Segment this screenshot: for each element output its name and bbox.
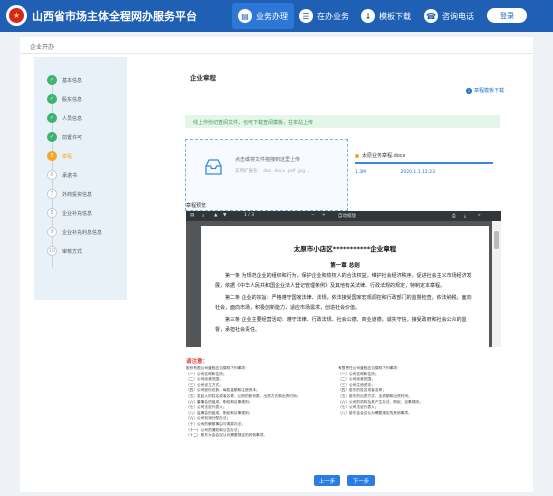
step-label: 外商投资信息 [62,191,93,198]
page-title: 企业章程 [190,74,216,82]
step-number: 8 [47,208,57,218]
phone-icon: ☎ [424,9,438,23]
notice-banner: 线上作份切查阅文件，也可下载查阅模板，在本站上传 [185,115,500,128]
upload-extensions: 支持扩展名：.doc .docx .pdf .jpg... [235,169,310,174]
download-icon: ↓ [466,87,472,94]
note-line: （十二）股东大会会议认为需要规定的其他事项。 [186,433,268,438]
next-page-icon[interactable]: ▼ [223,213,226,218]
step-articles[interactable]: 5 章程 [47,151,72,161]
step-label: 企业补充利息信息 [62,229,103,236]
check-icon: ✓ [47,113,57,123]
step-review-method[interactable]: 10 审核方式 [47,246,82,256]
download-icon: ↓ [361,9,375,23]
step-number: 5 [47,151,57,161]
zoom-out-icon[interactable]: − [311,213,315,218]
login-button[interactable]: 登录 [487,8,527,23]
step-foreign-investment[interactable]: 7 外商投资信息 [47,189,92,199]
document-title: 太原市小店区***********企业章程 [293,245,397,253]
next-step-button[interactable]: 下一步 [347,475,375,486]
step-basic-info[interactable]: ✓ 基本信息 [47,75,82,85]
scrollbar-thumb[interactable] [494,231,499,249]
nav-in-progress[interactable]: ☰ 在办业务 [299,3,349,29]
progress-fill [355,162,493,164]
step-label: 承诺书 [62,172,78,179]
nav-label: 业务办理 [256,11,288,21]
steps-sidebar: ✓ 基本信息 ✓ 股东信息 ✓ 人员信息 ✓ 前置许可 5 章程 6 承诺书 7… [34,57,127,300]
step-label: 股东信息 [62,96,83,103]
file-status-dot [355,153,359,158]
more-icon[interactable]: » [478,213,481,218]
step-label: 前置许可 [62,134,83,141]
step-label: 人员信息 [62,115,83,122]
step-number: 6 [47,170,57,180]
step-label: 基本信息 [62,77,83,84]
site-title: 山西省市场主体全程网办服务平台 [32,10,197,23]
upload-instruction: 点击或将文件拖拽到这里上传 [235,157,301,163]
uploaded-file: 太原业务章程.docx 1.3M 2020.1.1 12:23 [355,152,495,175]
template-download-link[interactable]: ↓ 章程模板下载 [466,87,504,94]
note-line: （五）股东的出资方式、出资额和出资时间； [338,393,412,398]
download-icon[interactable]: ⤓ [464,213,466,219]
document-paragraph: 第三条 企业主要经营活动：遵守法律、行政法规、社会公德、商业道德，诚实守信，接受… [215,317,467,333]
step-commitment[interactable]: 6 承诺书 [47,170,77,180]
step-pre-license[interactable]: ✓ 前置许可 [47,132,82,142]
step-number: 10 [47,246,57,256]
prev-step-button[interactable]: 上一步 [314,475,340,486]
nav-label: 模板下载 [379,11,411,21]
step-label: 审核方式 [62,248,83,255]
download-link-label: 章程模板下载 [474,88,505,94]
print-icon[interactable]: ⎙ [452,213,456,219]
step-label: 企业补充信息 [62,210,93,217]
document-icon: ▤ [238,9,252,23]
notes-left-column: 股份有限公司章程应当载明下列事项： （一）公司名称和住所； （二）公司经营范围； （三… [186,366,300,439]
nav-template-download[interactable]: ↓ 模板下载 [361,3,411,29]
document-paragraph: 第一条 为规范企业的组织和行为，保护企业和债权人的合法权益，维护社会经济秩序，促… [215,273,472,289]
step-label: 章程 [62,153,73,160]
step-number: 7 [47,189,57,199]
nav-label: 在办业务 [317,11,349,21]
list-icon: ☰ [299,9,313,23]
breadcrumb: 企业开办 [20,37,533,54]
document-paragraph: 第二条 企业的宗旨：严格遵守国家法律、法规，依法接受国家宏观调控和行政部门的监督… [215,295,472,311]
nav-business-handling[interactable]: ▤ 业务办理 [232,3,294,29]
nav-label: 咨询电话 [442,11,474,21]
file-name[interactable]: 太原业务章程.docx [362,152,406,159]
step-personnel[interactable]: ✓ 人员信息 [47,113,82,123]
step-number: 9 [47,227,57,237]
chapter-heading: 第一章 总则 [330,263,360,269]
inbox-icon [205,159,222,175]
note-line: （八）股东会会议认为需要规定的其他事项。 [338,410,412,415]
upload-dropzone[interactable]: 点击或将文件拖拽到这里上传 支持扩展名：.doc .docx .pdf .jpg… [185,139,348,211]
check-icon: ✓ [47,132,57,142]
emblem-star-icon: ★ [9,8,24,23]
zoom-select[interactable]: 自动缩放 [338,213,356,219]
note-line: （五）发起人的姓名或者名称、认购的股份数、出资方式和出资时间； [186,393,301,398]
emblem-logo: ★ [6,5,27,26]
check-icon: ✓ [47,75,57,85]
viewer-toolbar: ▤ ⌕ ▲ ▼ 1 / 3 − + 自动缩放 ⎙ ⤓ » [186,211,501,221]
file-size: 1.3M [355,170,367,175]
zoom-in-icon[interactable]: + [322,213,326,218]
check-icon: ✓ [47,94,57,104]
nav-hotline[interactable]: ☎ 咨询电话 [424,3,474,29]
file-date: 2020.1.1 12:23 [400,170,435,175]
notes-right-column: 有限责任公司章程应当载明下列事项： （一）公司名称和住所； （二）公司经营范围； （三… [338,366,423,416]
search-icon[interactable]: ⌕ [202,213,205,219]
top-navigation-bar: ★ 山西省市场主体全程网办服务平台 ▤ 业务办理 ☰ 在办业务 ↓ 模板下载 ☎… [0,0,553,32]
page-indicator[interactable]: 1 / 3 [244,213,254,218]
document-page: 太原市小店区***********企业章程 第一章 总则 第一条 为规范企业的组… [201,226,489,347]
pdf-viewer: ▤ ⌕ ▲ ▼ 1 / 3 − + 自动缩放 ⎙ ⤓ » 太原市小店区*****… [186,211,501,347]
sidebar-toggle-icon[interactable]: ▤ [190,213,194,218]
preview-label: 章程预览 [186,203,207,209]
viewer-scrollbar[interactable] [492,221,501,347]
step-supplementary[interactable]: 8 企业补充信息 [47,208,92,218]
notes-title: 请注意： [186,359,209,365]
step-shareholders[interactable]: ✓ 股东信息 [47,94,82,104]
upload-progress [355,162,493,164]
prev-page-icon[interactable]: ▲ [214,213,217,218]
step-supplementary-interest[interactable]: 9 企业补充利息信息 [47,227,102,237]
